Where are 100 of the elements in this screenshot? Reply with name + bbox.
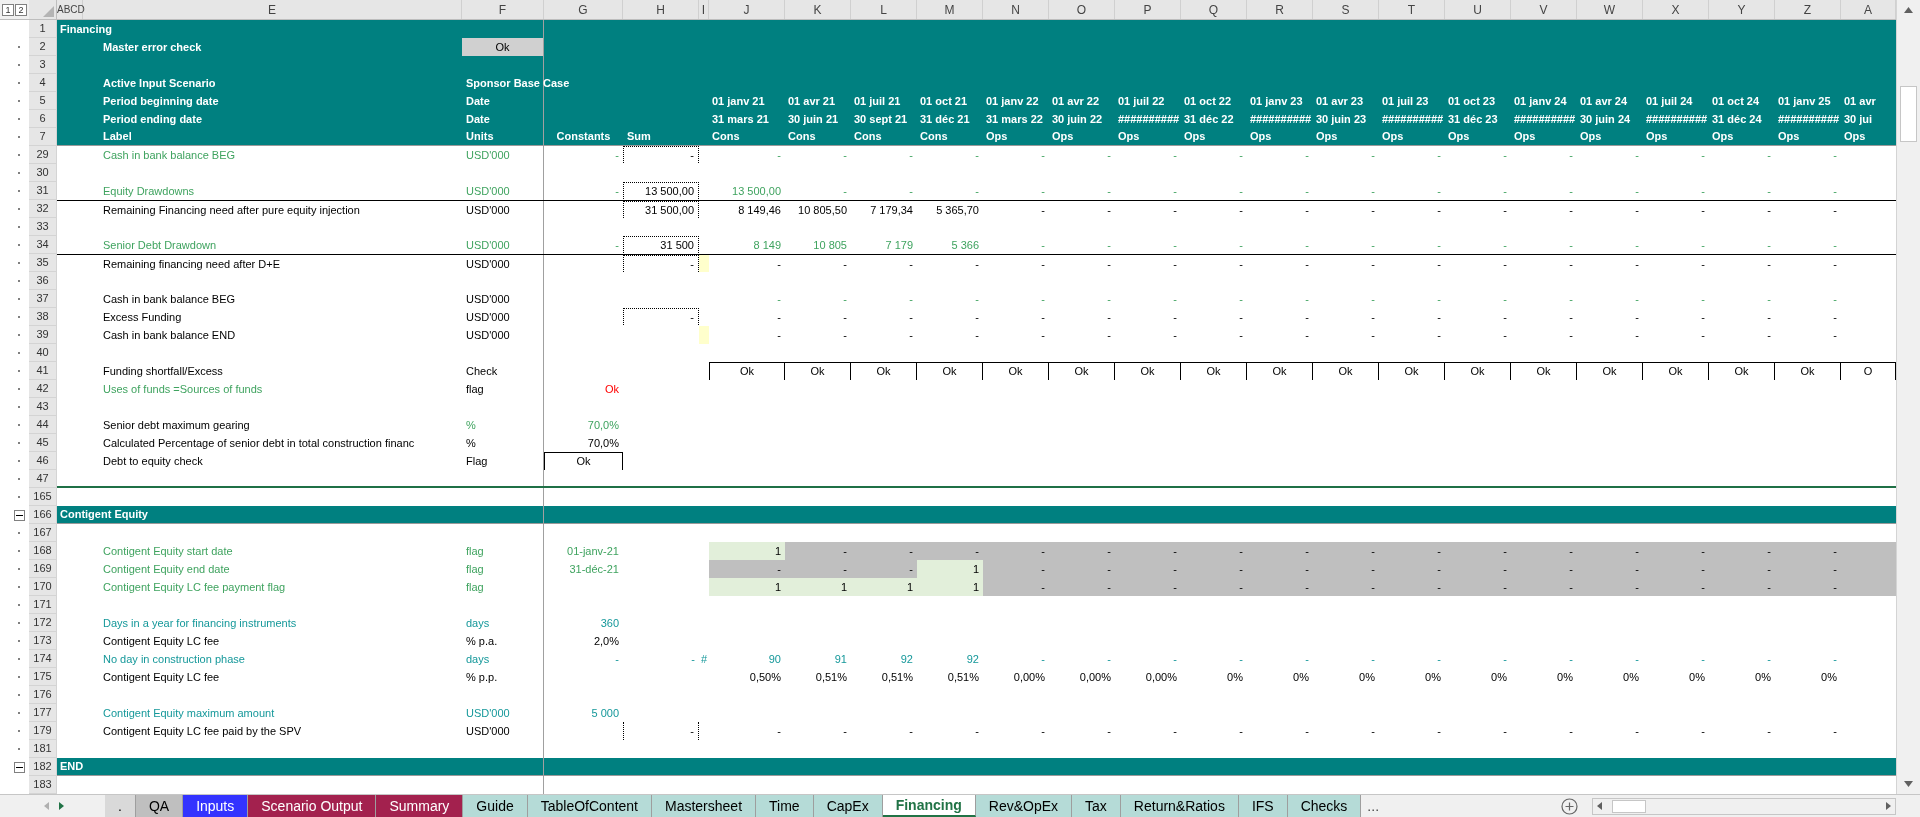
period-value: 7 179,34 bbox=[870, 203, 913, 218]
period-header: Ops bbox=[1646, 129, 1668, 145]
sheet-tab[interactable]: Scenario Output bbox=[248, 795, 377, 817]
flag-cell: - bbox=[1775, 560, 1841, 578]
column-header[interactable]: F bbox=[498, 0, 507, 19]
period-value: - bbox=[1173, 203, 1177, 218]
period-value: - bbox=[1041, 184, 1045, 199]
sheet-tab[interactable]: Rev&OpEx bbox=[975, 795, 1073, 817]
column-header[interactable]: G bbox=[578, 0, 588, 19]
row-number: 179 bbox=[29, 722, 57, 740]
column-header[interactable]: X bbox=[1671, 0, 1680, 19]
column-header[interactable]: E bbox=[268, 0, 276, 19]
sheet-tab[interactable]: Time bbox=[756, 795, 814, 817]
column-header[interactable]: P bbox=[1143, 0, 1152, 19]
collapse-button[interactable] bbox=[14, 509, 25, 521]
period-header: Cons bbox=[788, 129, 816, 145]
scrollbar-thumb[interactable] bbox=[1900, 86, 1917, 142]
column-header[interactable]: Z bbox=[1803, 0, 1812, 19]
column-header[interactable]: Q bbox=[1208, 0, 1219, 19]
column-header[interactable]: A bbox=[1864, 0, 1872, 19]
column-header[interactable]: M bbox=[944, 0, 955, 19]
scroll-right-icon[interactable] bbox=[1886, 802, 1891, 810]
sheet-tab[interactable]: Financing bbox=[882, 795, 976, 817]
column-header[interactable]: C bbox=[70, 2, 78, 17]
column-header[interactable]: D bbox=[77, 2, 85, 17]
scroll-left-icon[interactable] bbox=[1597, 802, 1602, 810]
unit-label: flag bbox=[466, 561, 484, 577]
more-tabs-button[interactable]: ... bbox=[1361, 795, 1386, 817]
sheet-tab[interactable]: Inputs bbox=[183, 795, 249, 817]
column-header[interactable]: N bbox=[1011, 0, 1020, 19]
flag-cell: - bbox=[1181, 560, 1247, 578]
flag-cell: - bbox=[1775, 578, 1841, 596]
add-sheet-icon[interactable] bbox=[1561, 797, 1578, 815]
period-value: - bbox=[1173, 257, 1177, 272]
column-header[interactable]: J bbox=[743, 0, 750, 19]
row-label: Active Input Scenario bbox=[103, 75, 216, 91]
column-header[interactable]: S bbox=[1341, 0, 1350, 19]
column-header[interactable]: A bbox=[57, 2, 64, 17]
column-header[interactable]: U bbox=[1473, 0, 1482, 19]
period-header: Ops bbox=[1712, 129, 1734, 145]
column-header[interactable]: R bbox=[1275, 0, 1284, 19]
period-header: Cons bbox=[712, 129, 740, 145]
period-value: - bbox=[777, 723, 781, 739]
column-header[interactable]: V bbox=[1539, 0, 1548, 19]
scroll-right-icon[interactable] bbox=[59, 802, 64, 810]
column-header[interactable]: W bbox=[1603, 0, 1616, 19]
status-cell: Ok bbox=[462, 38, 543, 56]
sheet-tab[interactable]: TableOfContent bbox=[527, 795, 652, 817]
period-value: 0,00% bbox=[1013, 669, 1045, 685]
flag-cell: - bbox=[1379, 542, 1445, 560]
collapse-button[interactable] bbox=[14, 761, 25, 773]
column-header[interactable]: H bbox=[656, 0, 665, 19]
column-header[interactable]: L bbox=[880, 0, 887, 19]
column-header[interactable]: O bbox=[1076, 0, 1087, 19]
sheet-tab[interactable]: IFS bbox=[1238, 795, 1288, 817]
scrollbar-thumb[interactable] bbox=[1612, 799, 1646, 813]
horizontal-scrollbar[interactable] bbox=[1592, 797, 1896, 815]
period-header: Ops bbox=[1778, 129, 1800, 145]
sheet-tab[interactable]: Guide bbox=[463, 795, 528, 817]
column-header[interactable]: Y bbox=[1737, 0, 1746, 19]
flag-cell: 1 bbox=[917, 560, 983, 578]
period-value: - bbox=[1173, 327, 1177, 343]
flag-cell: - bbox=[1511, 542, 1577, 560]
flag-cell: - bbox=[1643, 560, 1709, 578]
sheet-tab[interactable]: Mastersheet bbox=[652, 795, 757, 817]
sheet-tab[interactable]: Tax bbox=[1072, 795, 1121, 817]
period-value: 92 bbox=[966, 651, 979, 667]
period-value: - bbox=[1569, 203, 1573, 218]
flag-cell: - bbox=[851, 560, 917, 578]
period-value: - bbox=[1437, 203, 1441, 218]
sheet-tab[interactable]: . bbox=[105, 795, 136, 817]
period-value: - bbox=[1701, 238, 1705, 253]
constant-value: 5 000 bbox=[591, 705, 619, 721]
flag-cell: - bbox=[983, 560, 1049, 578]
period-value: - bbox=[1437, 257, 1441, 272]
sheet-tab[interactable]: QA bbox=[135, 795, 184, 817]
sheet-tab[interactable]: Return&Ratios bbox=[1120, 795, 1239, 817]
row-number: 3 bbox=[29, 56, 57, 74]
period-value: - bbox=[975, 257, 979, 272]
period-value: - bbox=[843, 184, 847, 199]
row-number: 181 bbox=[29, 740, 57, 758]
row-number: 39 bbox=[29, 326, 57, 344]
column-header[interactable]: B bbox=[63, 2, 71, 17]
column-header[interactable]: T bbox=[1407, 0, 1416, 19]
outline-level-button[interactable]: 1 bbox=[2, 3, 14, 16]
period-value: - bbox=[1041, 291, 1045, 307]
period-value: - bbox=[1437, 238, 1441, 253]
sheet-tab[interactable]: Summary bbox=[376, 795, 464, 817]
flag-cell: - bbox=[1247, 542, 1313, 560]
row-label: Senior Debt Drawdown bbox=[103, 238, 217, 253]
period-value: - bbox=[1305, 310, 1309, 325]
period-header: 01 oct 23 bbox=[1448, 93, 1496, 109]
period-value: - bbox=[1569, 310, 1573, 325]
outline-level-button[interactable]: 2 bbox=[15, 3, 27, 16]
period-value: - bbox=[1305, 238, 1309, 253]
column-header[interactable]: K bbox=[813, 0, 822, 19]
unit-label: USD'000 bbox=[466, 327, 510, 343]
sheet-tab[interactable]: CapEx bbox=[813, 795, 883, 817]
column-header[interactable]: I bbox=[701, 0, 706, 19]
sheet-tab[interactable]: Checks bbox=[1287, 795, 1362, 817]
